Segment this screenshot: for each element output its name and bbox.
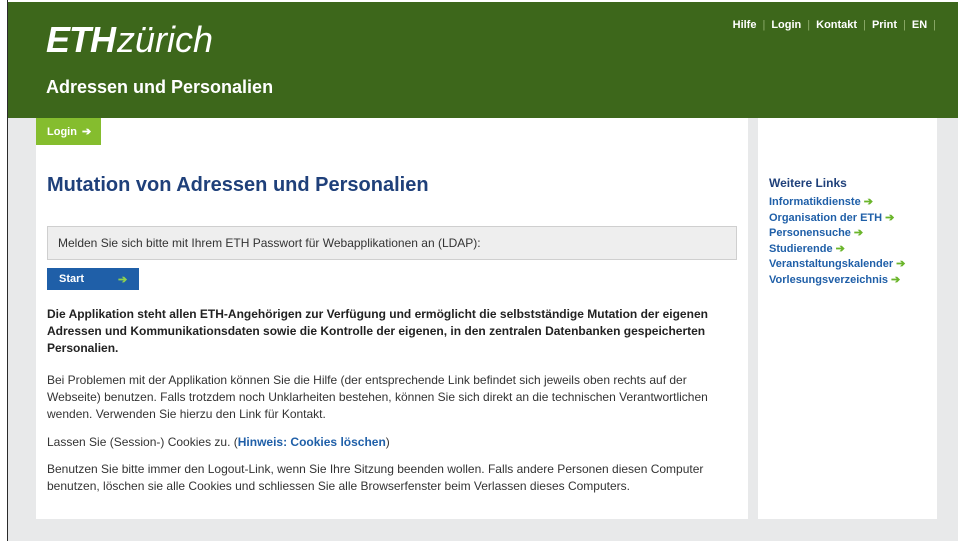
meta-link-kontakt[interactable]: Kontakt xyxy=(816,19,857,31)
arrow-right-icon: ➔ xyxy=(885,211,895,224)
sidebar-link-label: Vorlesungsverzeichnis xyxy=(769,273,889,286)
arrow-right-icon: ➔ xyxy=(891,273,901,286)
sidebar-link-label: Organisation der ETH xyxy=(769,211,883,224)
meta-separator: | xyxy=(903,19,906,31)
sidebar-links: Informatikdienste ➔ Organisation der ETH ➔… xyxy=(769,195,905,288)
frame-left xyxy=(0,0,7,541)
sidebar-link-informatikdienste[interactable]: Informatikdienste ➔ xyxy=(769,195,905,211)
cookies-prefix: Lassen Sie (Session-) Cookies zu. ( xyxy=(47,435,238,449)
sidebar-link-label: Studierende xyxy=(769,242,833,255)
meta-separator: | xyxy=(863,19,866,31)
sidebar-link-veranstaltungskalender[interactable]: Veranstaltungskalender ➔ xyxy=(769,257,905,273)
meta-separator: | xyxy=(807,19,811,31)
sidebar-link-label: Informatikdienste xyxy=(769,196,861,208)
start-button[interactable]: Start ➔ xyxy=(47,268,139,290)
sidebar-link-personensuche[interactable]: Personensuche ➔ xyxy=(769,226,905,242)
sidebar-link-organisation[interactable]: Organisation der ETH ➔ xyxy=(769,211,905,227)
logout-text: Benutzen Sie bitte immer den Logout-Link… xyxy=(47,462,704,493)
site-header: ETHzürich Adressen und Personalien Hilfe… xyxy=(8,2,958,118)
meta-nav: Hilfe | Login | Kontakt | Print | EN | xyxy=(733,19,942,31)
logo-zurich: zürich xyxy=(117,19,214,60)
ldap-prompt: Melden Sie sich bitte mit Ihrem ETH Pass… xyxy=(47,226,737,260)
arrow-right-icon: ➔ xyxy=(835,242,845,255)
meta-link-print[interactable]: Print xyxy=(872,19,897,31)
eth-logo[interactable]: ETHzürich xyxy=(46,20,213,60)
cookies-text: Lassen Sie (Session-) Cookies zu. (Hinwe… xyxy=(47,434,737,451)
arrow-right-icon: ➔ xyxy=(863,196,873,208)
sidebar-link-vorlesungsverzeichnis[interactable]: Vorlesungsverzeichnis ➔ xyxy=(769,273,905,289)
meta-link-login[interactable]: Login xyxy=(771,19,801,31)
problems-text: Bei Problemen mit der Applikation können… xyxy=(47,373,708,421)
meta-separator: | xyxy=(933,19,936,31)
start-button-label: Start xyxy=(59,273,85,285)
login-tab[interactable]: Login ➔ xyxy=(36,118,101,145)
logo-eth: ETH xyxy=(46,19,116,60)
arrow-right-icon: ➔ xyxy=(853,227,864,239)
meta-link-en[interactable]: EN xyxy=(912,19,927,31)
arrow-right-icon: ➔ xyxy=(896,258,906,270)
sidebar-link-label: Veranstaltungskalender xyxy=(769,258,894,270)
nav-band xyxy=(36,118,748,146)
cookies-link[interactable]: Hinweis: Cookies löschen xyxy=(238,435,386,449)
site-title: Adressen und Personalien xyxy=(46,77,274,97)
intro-text: Die Applikation steht allen ETH-Angehöri… xyxy=(47,307,708,355)
meta-link-hilfe[interactable]: Hilfe xyxy=(733,19,757,31)
arrow-right-icon: ➔ xyxy=(81,126,92,138)
sidebar-link-label: Personensuche xyxy=(769,227,851,239)
sidebar-link-studierende[interactable]: Studierende ➔ xyxy=(769,242,905,258)
page-heading: Mutation von Adressen und Personalien xyxy=(47,174,429,196)
arrow-right-icon: ➔ xyxy=(118,273,128,286)
meta-separator: | xyxy=(762,19,766,31)
sidebar-heading: Weitere Links xyxy=(769,176,847,190)
login-tab-label: Login xyxy=(47,125,77,138)
cookies-suffix: ) xyxy=(385,435,390,449)
